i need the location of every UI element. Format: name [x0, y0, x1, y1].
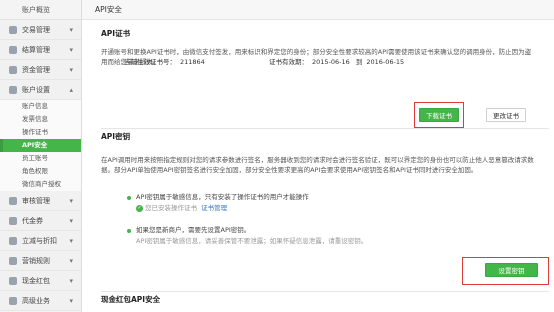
chevron-down-icon: ▾: [69, 297, 73, 305]
api-key-title: API密钥: [101, 132, 131, 141]
sidebar-group-funds[interactable]: 资金管理 ▾: [0, 60, 81, 80]
funds-icon: [9, 66, 17, 74]
sidebar-group-label: 代金券: [22, 217, 43, 225]
notice-line: API密钥属于敏感信息，请妥善保管不要泄露；如果怀疑信息泄露，请重设密钥。: [126, 236, 526, 247]
chevron-down-icon: ▾: [69, 257, 73, 265]
trade-icon: [9, 26, 17, 34]
bullet-icon: [127, 196, 131, 200]
check-icon: ✓: [136, 204, 143, 212]
notice-line: 如果您是新商户，需要先设置API密钥。: [126, 225, 526, 236]
chevron-down-icon: ▾: [69, 277, 73, 285]
chevron-down-icon: ▾: [69, 237, 73, 245]
divider: [101, 291, 549, 292]
cert-valid-from: 2015-06-16: [311, 58, 350, 66]
sidebar-group-settlement[interactable]: 结算管理 ▾: [0, 40, 81, 60]
notice-sensitive: API密钥属于敏感信息，只有安装了操作证书的用户才能操作: [136, 193, 309, 201]
notice-keep-secret: API密钥属于敏感信息，请妥善保管不要泄露；如果怀疑信息泄露，请重设密钥。: [136, 237, 368, 245]
main-panel: API安全 API证书 开通账号和更换API证书时，由微信支付签发，用来标识和界…: [82, 0, 554, 312]
advanced-icon: [9, 297, 17, 305]
cert-number: 211864: [180, 58, 205, 66]
cert-number-label: 当前生效证书号：: [124, 58, 176, 66]
redpack-api-title: 现金红包API安全: [101, 295, 161, 304]
sidebar-item-operation-cert[interactable]: 操作证书: [0, 126, 81, 139]
chevron-down-icon: ▾: [69, 26, 73, 34]
sidebar-group-voucher[interactable]: 代金券 ▾: [0, 211, 81, 231]
sidebar-group-label: 现金红包: [22, 277, 50, 285]
sidebar-item-staff-account[interactable]: 员工账号: [0, 152, 81, 165]
marketing-icon: [9, 257, 17, 265]
sidebar-group-label: 营销规则: [22, 257, 50, 265]
sidebar-group-redpack[interactable]: 现金红包 ▾: [0, 271, 81, 291]
sidebar-group-label: 高级业务: [22, 297, 50, 305]
cert-info: 当前生效证书号： 211864 证书有效期： 2015-06-16 到 2016-06…: [124, 56, 408, 66]
cert-valid-to-label: 到: [355, 58, 363, 66]
notice-line: ✓ 您已安装操作证书 证书管理: [126, 203, 526, 214]
sidebar-group-label: 资金管理: [22, 66, 50, 74]
api-cert-title: API证书: [101, 29, 131, 38]
cert-installed-text: 您已安装操作证书: [145, 204, 197, 212]
sidebar-group-account-settings[interactable]: 账户设置 ▴: [0, 80, 81, 100]
sidebar-item-invoice-info[interactable]: 发票信息: [0, 113, 81, 126]
cert-valid-label: 证书有效期：: [268, 58, 308, 66]
divider: [101, 128, 549, 129]
sidebar: 账户概览 交易管理 ▾ 结算管理 ▾ 资金管理 ▾ 账户设置 ▴ 账户信息 发票信息 操…: [0, 0, 82, 312]
sidebar-item-wechat-merchant-auth[interactable]: 微信商户授权: [0, 178, 81, 191]
sidebar-group-review[interactable]: 审核管理 ▾: [0, 191, 81, 211]
sidebar-group-advanced[interactable]: 高级业务 ▾: [0, 291, 81, 311]
sidebar-group-label: 审核管理: [22, 197, 50, 205]
sidebar-group-marketing[interactable]: 营销规则 ▾: [0, 251, 81, 271]
highlight-download-cert: [414, 102, 464, 128]
change-cert-button[interactable]: 更改证书: [486, 108, 526, 122]
review-icon: [9, 197, 17, 205]
api-key-description: 在API调用时用来按照指定规则对您的请求参数进行签名，服务器收到您的请求时会进行…: [101, 156, 534, 174]
chevron-down-icon: ▾: [69, 217, 73, 225]
redpack-icon: [9, 277, 17, 285]
sidebar-group-label: 立减与折扣: [22, 237, 57, 245]
cert-valid-to: 2016-06-15: [366, 58, 405, 66]
api-key-notice: API密钥属于敏感信息，只有安装了操作证书的用户才能操作 ✓ 您已安装操作证书 证…: [126, 192, 526, 247]
settings-icon: [9, 86, 17, 94]
sidebar-group-discount[interactable]: 立减与折扣 ▾: [0, 231, 81, 251]
discount-icon: [9, 237, 17, 245]
sidebar-group-label: 交易管理: [22, 26, 50, 34]
sidebar-item-api-security[interactable]: API安全: [0, 139, 81, 152]
chevron-down-icon: ▾: [69, 197, 73, 205]
sidebar-item-role-permission[interactable]: 角色权限: [0, 165, 81, 178]
api-key-section: API密钥 在API调用时用来按照指定规则对您的请求参数进行签名，服务器收到您的…: [101, 131, 549, 175]
chevron-up-icon: ▴: [69, 86, 73, 94]
voucher-icon: [9, 217, 17, 225]
settlement-icon: [9, 46, 17, 54]
sidebar-group-label: 结算管理: [22, 46, 50, 54]
notice-new-merchant: 如果您是新商户，需要先设置API密钥。: [136, 226, 251, 234]
notice-line: API密钥属于敏感信息，只有安装了操作证书的用户才能操作: [126, 192, 526, 203]
chevron-down-icon: ▾: [69, 46, 73, 54]
sidebar-group-label: 账户设置: [22, 86, 50, 94]
chevron-down-icon: ▾: [69, 66, 73, 74]
cert-manage-link[interactable]: 证书管理: [201, 204, 227, 212]
bullet-icon: [127, 229, 131, 233]
sidebar-item-account-info[interactable]: 账户信息: [0, 100, 81, 113]
highlight-set-key: [462, 257, 549, 285]
sidebar-item-overview[interactable]: 账户概览: [0, 0, 81, 20]
sidebar-item-label: 账户概览: [22, 6, 50, 14]
sidebar-group-trade[interactable]: 交易管理 ▾: [0, 20, 81, 40]
page-title: API安全: [82, 0, 554, 20]
